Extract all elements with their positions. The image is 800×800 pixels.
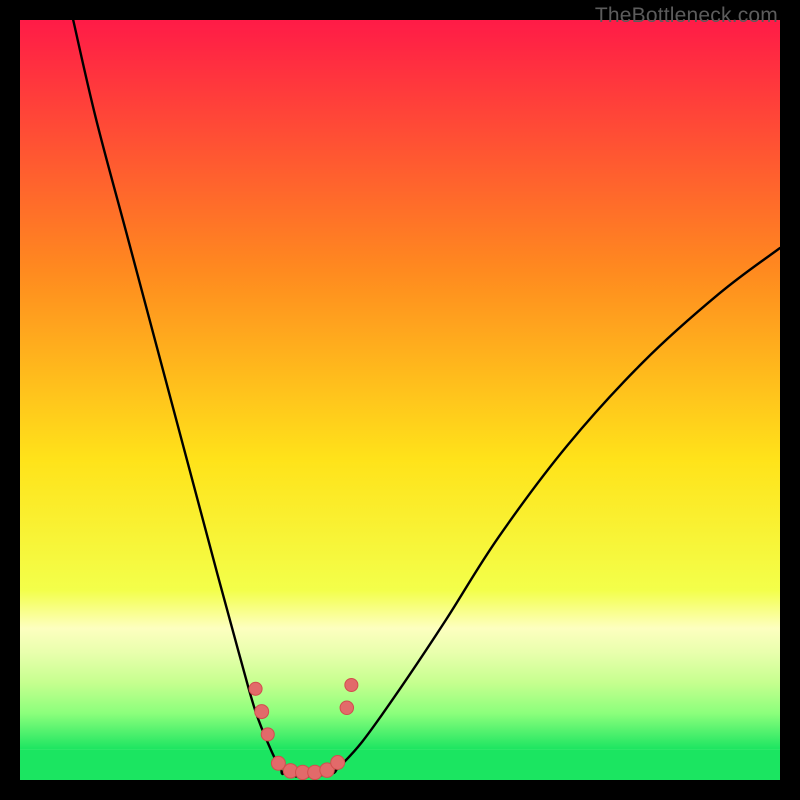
data-marker [345,678,358,691]
outer-frame: TheBottleneck.com [0,0,800,800]
data-marker [271,756,285,770]
data-marker [255,705,269,719]
data-marker [249,682,262,695]
plot-area [20,20,780,780]
watermark-text: TheBottleneck.com [595,4,778,28]
data-marker [340,701,353,714]
chart-canvas [20,20,780,780]
data-marker [261,728,274,741]
green-zone [20,750,780,780]
data-marker [331,756,345,770]
